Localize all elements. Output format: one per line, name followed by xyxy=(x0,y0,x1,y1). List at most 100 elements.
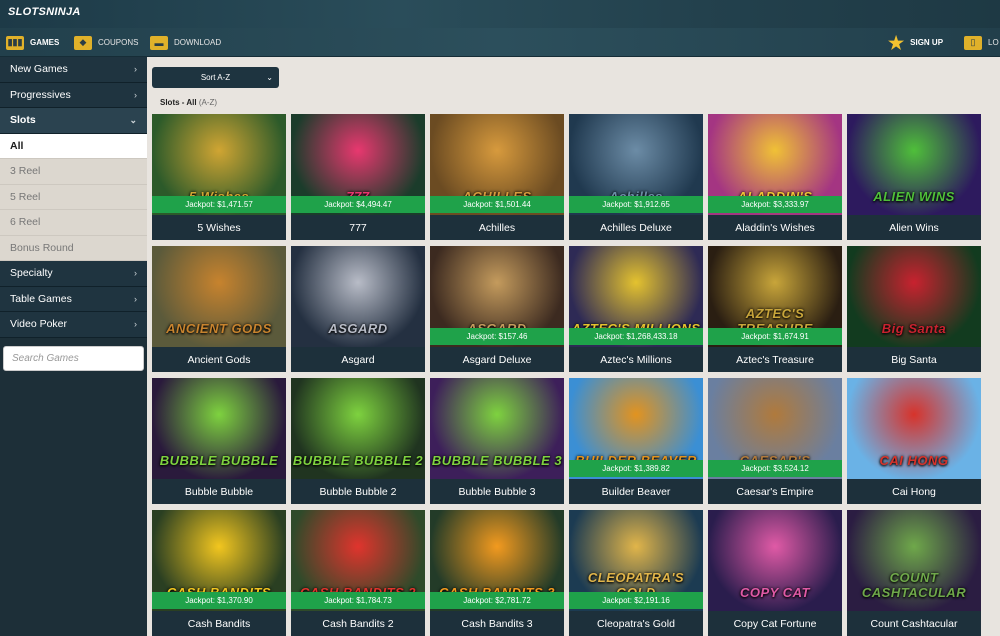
game-title: Big Santa xyxy=(847,347,981,372)
game-thumbnail: ANCIENT GODS xyxy=(152,246,286,350)
nav-games-label: GAMES xyxy=(30,38,60,47)
game-tile[interactable]: BUILDER BEAVERJackpot: $1,389.82Builder … xyxy=(569,378,703,504)
site-logo[interactable]: SLOTSNINJA xyxy=(8,6,81,18)
nav-signup[interactable]: ★ SIGN UP xyxy=(888,28,943,57)
slot-machine-icon: ▮▮▮ xyxy=(6,35,24,50)
sidebar-sub-all[interactable]: All xyxy=(0,133,147,159)
sidebar-item-progressives[interactable]: Progressives › xyxy=(0,82,147,108)
game-tile[interactable]: BUBBLE BUBBLE 2 Bubble Bubble 2 xyxy=(291,378,425,504)
game-tile[interactable]: AchillesJackpot: $1,912.65Achilles Delux… xyxy=(569,114,703,240)
game-thumbnail: BUBBLE BUBBLE 3 xyxy=(430,378,564,482)
game-title: Copy Cat Fortune xyxy=(708,611,842,636)
sidebar-item-label: Table Games xyxy=(10,292,72,305)
sort-dropdown[interactable]: Sort A-Z ⌄ xyxy=(152,67,279,88)
sidebar-sub-3-reel[interactable]: 3 Reel xyxy=(0,159,147,185)
game-tile[interactable]: ASGARDJackpot: $157.46Asgard Deluxe xyxy=(430,246,564,372)
nav-games[interactable]: ▮▮▮ GAMES xyxy=(6,28,59,57)
game-tile[interactable]: ALIEN WINS Alien Wins xyxy=(847,114,981,240)
jackpot-badge: Jackpot: $1,501.44 xyxy=(430,196,564,213)
game-logo-text: CAI HONG xyxy=(879,453,949,468)
game-tile[interactable]: CLEOPATRA'S GOLDJackpot: $2,191.16Cleopa… xyxy=(569,510,703,636)
game-title: Cleopatra's Gold xyxy=(569,611,703,636)
game-tile[interactable]: AZTEC'S MILLIONSJackpot: $1,268,433.18Az… xyxy=(569,246,703,372)
sidebar-item-label: New Games xyxy=(10,63,68,76)
game-tile[interactable]: COUNT CASHTACULAR Count Cashtacular xyxy=(847,510,981,636)
game-logo-text: ASGARD xyxy=(328,321,388,336)
game-title: Count Cashtacular xyxy=(847,611,981,636)
game-title: 777 xyxy=(291,215,425,240)
chevron-right-icon: › xyxy=(134,64,137,75)
sidebar-item-video-poker[interactable]: Video Poker › xyxy=(0,312,147,338)
jackpot-badge: Jackpot: $2,191.16 xyxy=(569,592,703,609)
main-nav: ▮▮▮ GAMES ◆ COUPONS ▬ DOWNLOAD ★ SIGN UP… xyxy=(0,28,1000,57)
game-title: Aztec's Millions xyxy=(569,347,703,372)
game-tile[interactable]: 777Jackpot: $4,494.47777 xyxy=(291,114,425,240)
game-logo-text: BUBBLE BUBBLE 3 xyxy=(431,453,563,468)
game-tile[interactable]: CASH BANDITS 2Jackpot: $1,784.73Cash Ban… xyxy=(291,510,425,636)
game-title: Aztec's Treasure xyxy=(708,347,842,372)
game-tile[interactable]: CAESAR'SJackpot: $3,524.12Caesar's Empir… xyxy=(708,378,842,504)
game-logo-text: COPY CAT xyxy=(740,585,810,600)
coupon-icon: ◆ xyxy=(74,35,92,50)
sidebar-sub-bonus-round[interactable]: Bonus Round xyxy=(0,235,147,261)
game-tile[interactable]: CASH BANDITS 3Jackpot: $2,781.72Cash Ban… xyxy=(430,510,564,636)
game-logo-text: BUBBLE BUBBLE xyxy=(159,453,279,468)
search-input[interactable]: Search Games xyxy=(3,345,144,371)
nav-download-label: DOWNLOAD xyxy=(174,38,222,47)
game-tile[interactable]: ASGARD Asgard xyxy=(291,246,425,372)
game-title: Builder Beaver xyxy=(569,479,703,504)
game-title: Cash Bandits 3 xyxy=(430,611,564,636)
chevron-right-icon: › xyxy=(134,293,137,304)
game-tile[interactable]: CASH BANDITSJackpot: $1,370.90Cash Bandi… xyxy=(152,510,286,636)
jackpot-badge: Jackpot: $3,524.12 xyxy=(708,460,842,477)
game-tile[interactable]: BUBBLE BUBBLE 3 Bubble Bubble 3 xyxy=(430,378,564,504)
game-tile[interactable]: CAI HONG Cai Hong xyxy=(847,378,981,504)
nav-download[interactable]: ▬ DOWNLOAD xyxy=(150,28,221,57)
game-thumbnail: COUNT CASHTACULAR xyxy=(847,510,981,614)
sidebar-item-label: Specialty xyxy=(10,267,53,280)
chevron-right-icon: › xyxy=(134,319,137,330)
game-grid: 5 WishesJackpot: $1,471.575 Wishes777 Jac… xyxy=(152,114,1000,636)
sidebar-item-label: Slots xyxy=(10,114,36,127)
game-logo-text: COUNT CASHTACULAR xyxy=(861,570,967,600)
jackpot-badge: Jackpot: $3,333.97 xyxy=(708,196,842,213)
nav-login[interactable]: ▯ LO xyxy=(964,28,999,57)
sidebar-item-slots[interactable]: Slots ⌄ xyxy=(0,108,147,134)
game-title: Cash Bandits xyxy=(152,611,286,636)
game-thumbnail: ASGARD xyxy=(291,246,425,350)
category-sidebar: New Games › Progressives › Slots ⌄ All 3… xyxy=(0,57,147,636)
game-title: Achilles Deluxe xyxy=(569,215,703,240)
sidebar-sub-5-reel[interactable]: 5 Reel xyxy=(0,184,147,210)
game-thumbnail: ALIEN WINS xyxy=(847,114,981,218)
jackpot-badge: Jackpot: $1,471.57 xyxy=(152,196,286,213)
game-thumbnail: COPY CAT xyxy=(708,510,842,614)
game-title: Cash Bandits 2 xyxy=(291,611,425,636)
game-tile[interactable]: Big Santa Big Santa xyxy=(847,246,981,372)
game-tile[interactable]: ACHILLESJackpot: $1,501.44Achilles xyxy=(430,114,564,240)
jackpot-badge: Jackpot: $1,784.73 xyxy=(291,592,425,609)
game-logo-text: ANCIENT GODS xyxy=(166,321,272,336)
jackpot-badge: Jackpot: $157.46 xyxy=(430,328,564,345)
jackpot-badge: Jackpot: $1,389.82 xyxy=(569,460,703,477)
game-title: Caesar's Empire xyxy=(708,479,842,504)
sidebar-item-specialty[interactable]: Specialty › xyxy=(0,261,147,287)
game-tile[interactable]: BUBBLE BUBBLE Bubble Bubble xyxy=(152,378,286,504)
game-tile[interactable]: AZTEC'S TREASUREJackpot: $1,674.91Aztec'… xyxy=(708,246,842,372)
nav-coupons[interactable]: ◆ COUPONS xyxy=(74,28,138,57)
jackpot-badge: Jackpot: $4,494.47 xyxy=(291,196,425,213)
game-title: Bubble Bubble xyxy=(152,479,286,504)
sidebar-item-table-games[interactable]: Table Games › xyxy=(0,286,147,312)
game-title: Aladdin's Wishes xyxy=(708,215,842,240)
game-tile[interactable]: ALADDIN'SJackpot: $3,333.97Aladdin's Wis… xyxy=(708,114,842,240)
sort-label: Sort A-Z xyxy=(200,73,231,82)
game-title: Cai Hong xyxy=(847,479,981,504)
top-banner: SLOTSNINJA xyxy=(0,0,1000,28)
nav-signup-label: SIGN UP xyxy=(910,38,944,47)
game-tile[interactable]: COPY CAT Copy Cat Fortune xyxy=(708,510,842,636)
game-tile[interactable]: ANCIENT GODS Ancient Gods xyxy=(152,246,286,372)
nav-coupons-label: COUPONS xyxy=(98,38,139,47)
sidebar-item-label: Video Poker xyxy=(10,318,68,331)
sidebar-item-new-games[interactable]: New Games › xyxy=(0,57,147,83)
sidebar-sub-6-reel[interactable]: 6 Reel xyxy=(0,210,147,236)
game-tile[interactable]: 5 WishesJackpot: $1,471.575 Wishes xyxy=(152,114,286,240)
